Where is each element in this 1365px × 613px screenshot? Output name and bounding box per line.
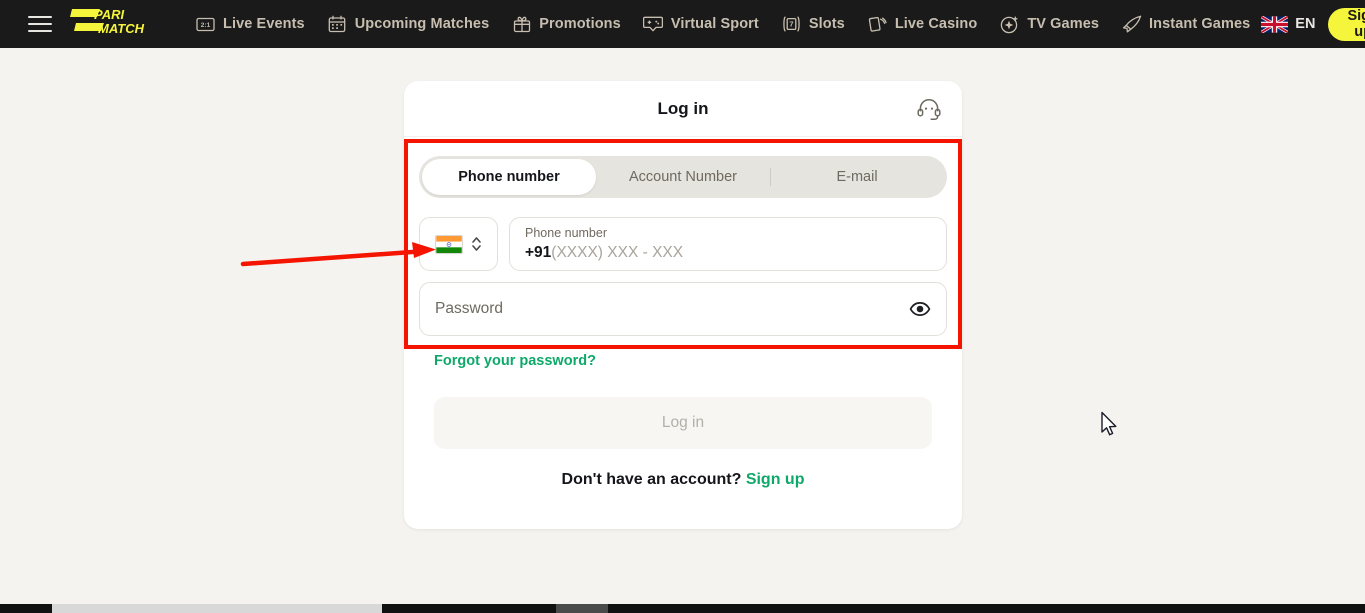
phone-field-label: Phone number (525, 226, 608, 240)
login-card-header: Log in (404, 81, 962, 137)
country-code-select[interactable] (419, 217, 498, 271)
nav-item-label: Live Events (223, 16, 305, 32)
tab-account-number[interactable]: Account Number (596, 159, 770, 195)
burger-line (28, 16, 52, 18)
phone-input-row: Phone number +91(XXXX) XXX - XXX (419, 217, 947, 271)
phone-placeholder: (XXXX) XXX - XXX (551, 244, 684, 261)
mouse-cursor (1101, 411, 1117, 436)
svg-text:2:1: 2:1 (201, 22, 211, 29)
nav-item-tv-games[interactable]: TV Games (988, 0, 1110, 48)
nav-item-virtual-sport[interactable]: Virtual Sport (632, 0, 770, 48)
hamburger-menu-icon[interactable] (28, 11, 52, 37)
phone-field-value: +91(XXXX) XXX - XXX (525, 242, 931, 264)
nav-item-label: Virtual Sport (670, 16, 759, 32)
nav-links: 2:1 Live Events Upcoming Matches Promoti… (184, 0, 1261, 48)
rocket-icon (1121, 14, 1142, 35)
uk-flag-icon (1261, 15, 1289, 33)
login-card: Log in Phone number Account Number E-mai… (404, 81, 962, 529)
nav-item-label: Promotions (539, 16, 621, 32)
nav-right-actions: EN Sign up (1261, 7, 1365, 41)
top-navigation-bar: PARI MATCH 2:1 Live Events Upcoming Matc… (0, 0, 1365, 48)
slot-machine-icon: 7 (781, 14, 802, 35)
nav-item-live-casino[interactable]: Live Casino (856, 0, 989, 48)
page-root: PARI MATCH 2:1 Live Events Upcoming Matc… (0, 0, 1365, 613)
nav-item-label: Slots (808, 16, 845, 32)
forgot-password-link[interactable]: Forgot your password? (434, 353, 596, 369)
language-code: EN (1295, 16, 1316, 32)
signup-prompt-text: Don't have an account? (561, 471, 742, 488)
calendar-icon (327, 14, 348, 35)
nav-item-label: Instant Games (1149, 16, 1251, 32)
phone-number-input[interactable]: Phone number +91(XXXX) XXX - XXX (509, 217, 947, 271)
svg-text:PARI: PARI (94, 7, 124, 22)
svg-text:7: 7 (789, 20, 793, 29)
nav-item-instant-games[interactable]: Instant Games (1110, 0, 1261, 48)
password-placeholder: Password (435, 300, 504, 317)
playing-cards-icon (867, 14, 888, 35)
nav-item-label: TV Games (1027, 16, 1100, 32)
signup-button[interactable]: Sign up (1328, 7, 1365, 41)
signup-prompt: Don't have an account? Sign up (419, 471, 947, 489)
parimatch-logo[interactable]: PARI MATCH (70, 7, 158, 42)
tab-phone-number[interactable]: Phone number (422, 159, 596, 195)
burger-line (28, 30, 52, 32)
language-selector[interactable]: EN (1261, 15, 1316, 33)
sparkle-circle-icon (999, 14, 1020, 35)
login-method-tabs: Phone number Account Number E-mail (419, 156, 947, 198)
india-flag-icon (434, 234, 463, 254)
taskbar-segment (52, 604, 382, 613)
password-input[interactable]: Password (419, 282, 947, 336)
tab-email[interactable]: E-mail (770, 159, 944, 195)
nav-item-label: Upcoming Matches (354, 16, 490, 32)
login-card-body: Phone number Account Number E-mail Phone… (404, 137, 962, 489)
bottom-taskbar-strip (0, 604, 1365, 613)
svg-text:MATCH: MATCH (98, 21, 145, 36)
taskbar-segment (556, 604, 608, 613)
nav-item-promotions[interactable]: Promotions (500, 0, 632, 48)
gift-icon (511, 14, 532, 35)
eye-icon[interactable] (909, 298, 931, 320)
nav-item-upcoming-matches[interactable]: Upcoming Matches (316, 0, 501, 48)
nav-item-live-events[interactable]: 2:1 Live Events (184, 0, 316, 48)
scoreboard-icon: 2:1 (195, 14, 216, 35)
headset-support-icon[interactable] (915, 95, 943, 123)
gamepad-icon (643, 14, 664, 35)
country-code-value: +91 (525, 244, 552, 261)
burger-line (28, 23, 52, 25)
signup-link[interactable]: Sign up (746, 471, 805, 488)
login-button[interactable]: Log in (434, 397, 932, 449)
nav-item-label: Live Casino (894, 16, 978, 32)
page-title: Log in (657, 98, 709, 118)
nav-item-slots[interactable]: 7 Slots (770, 0, 856, 48)
chevron-up-down-icon (471, 237, 481, 251)
